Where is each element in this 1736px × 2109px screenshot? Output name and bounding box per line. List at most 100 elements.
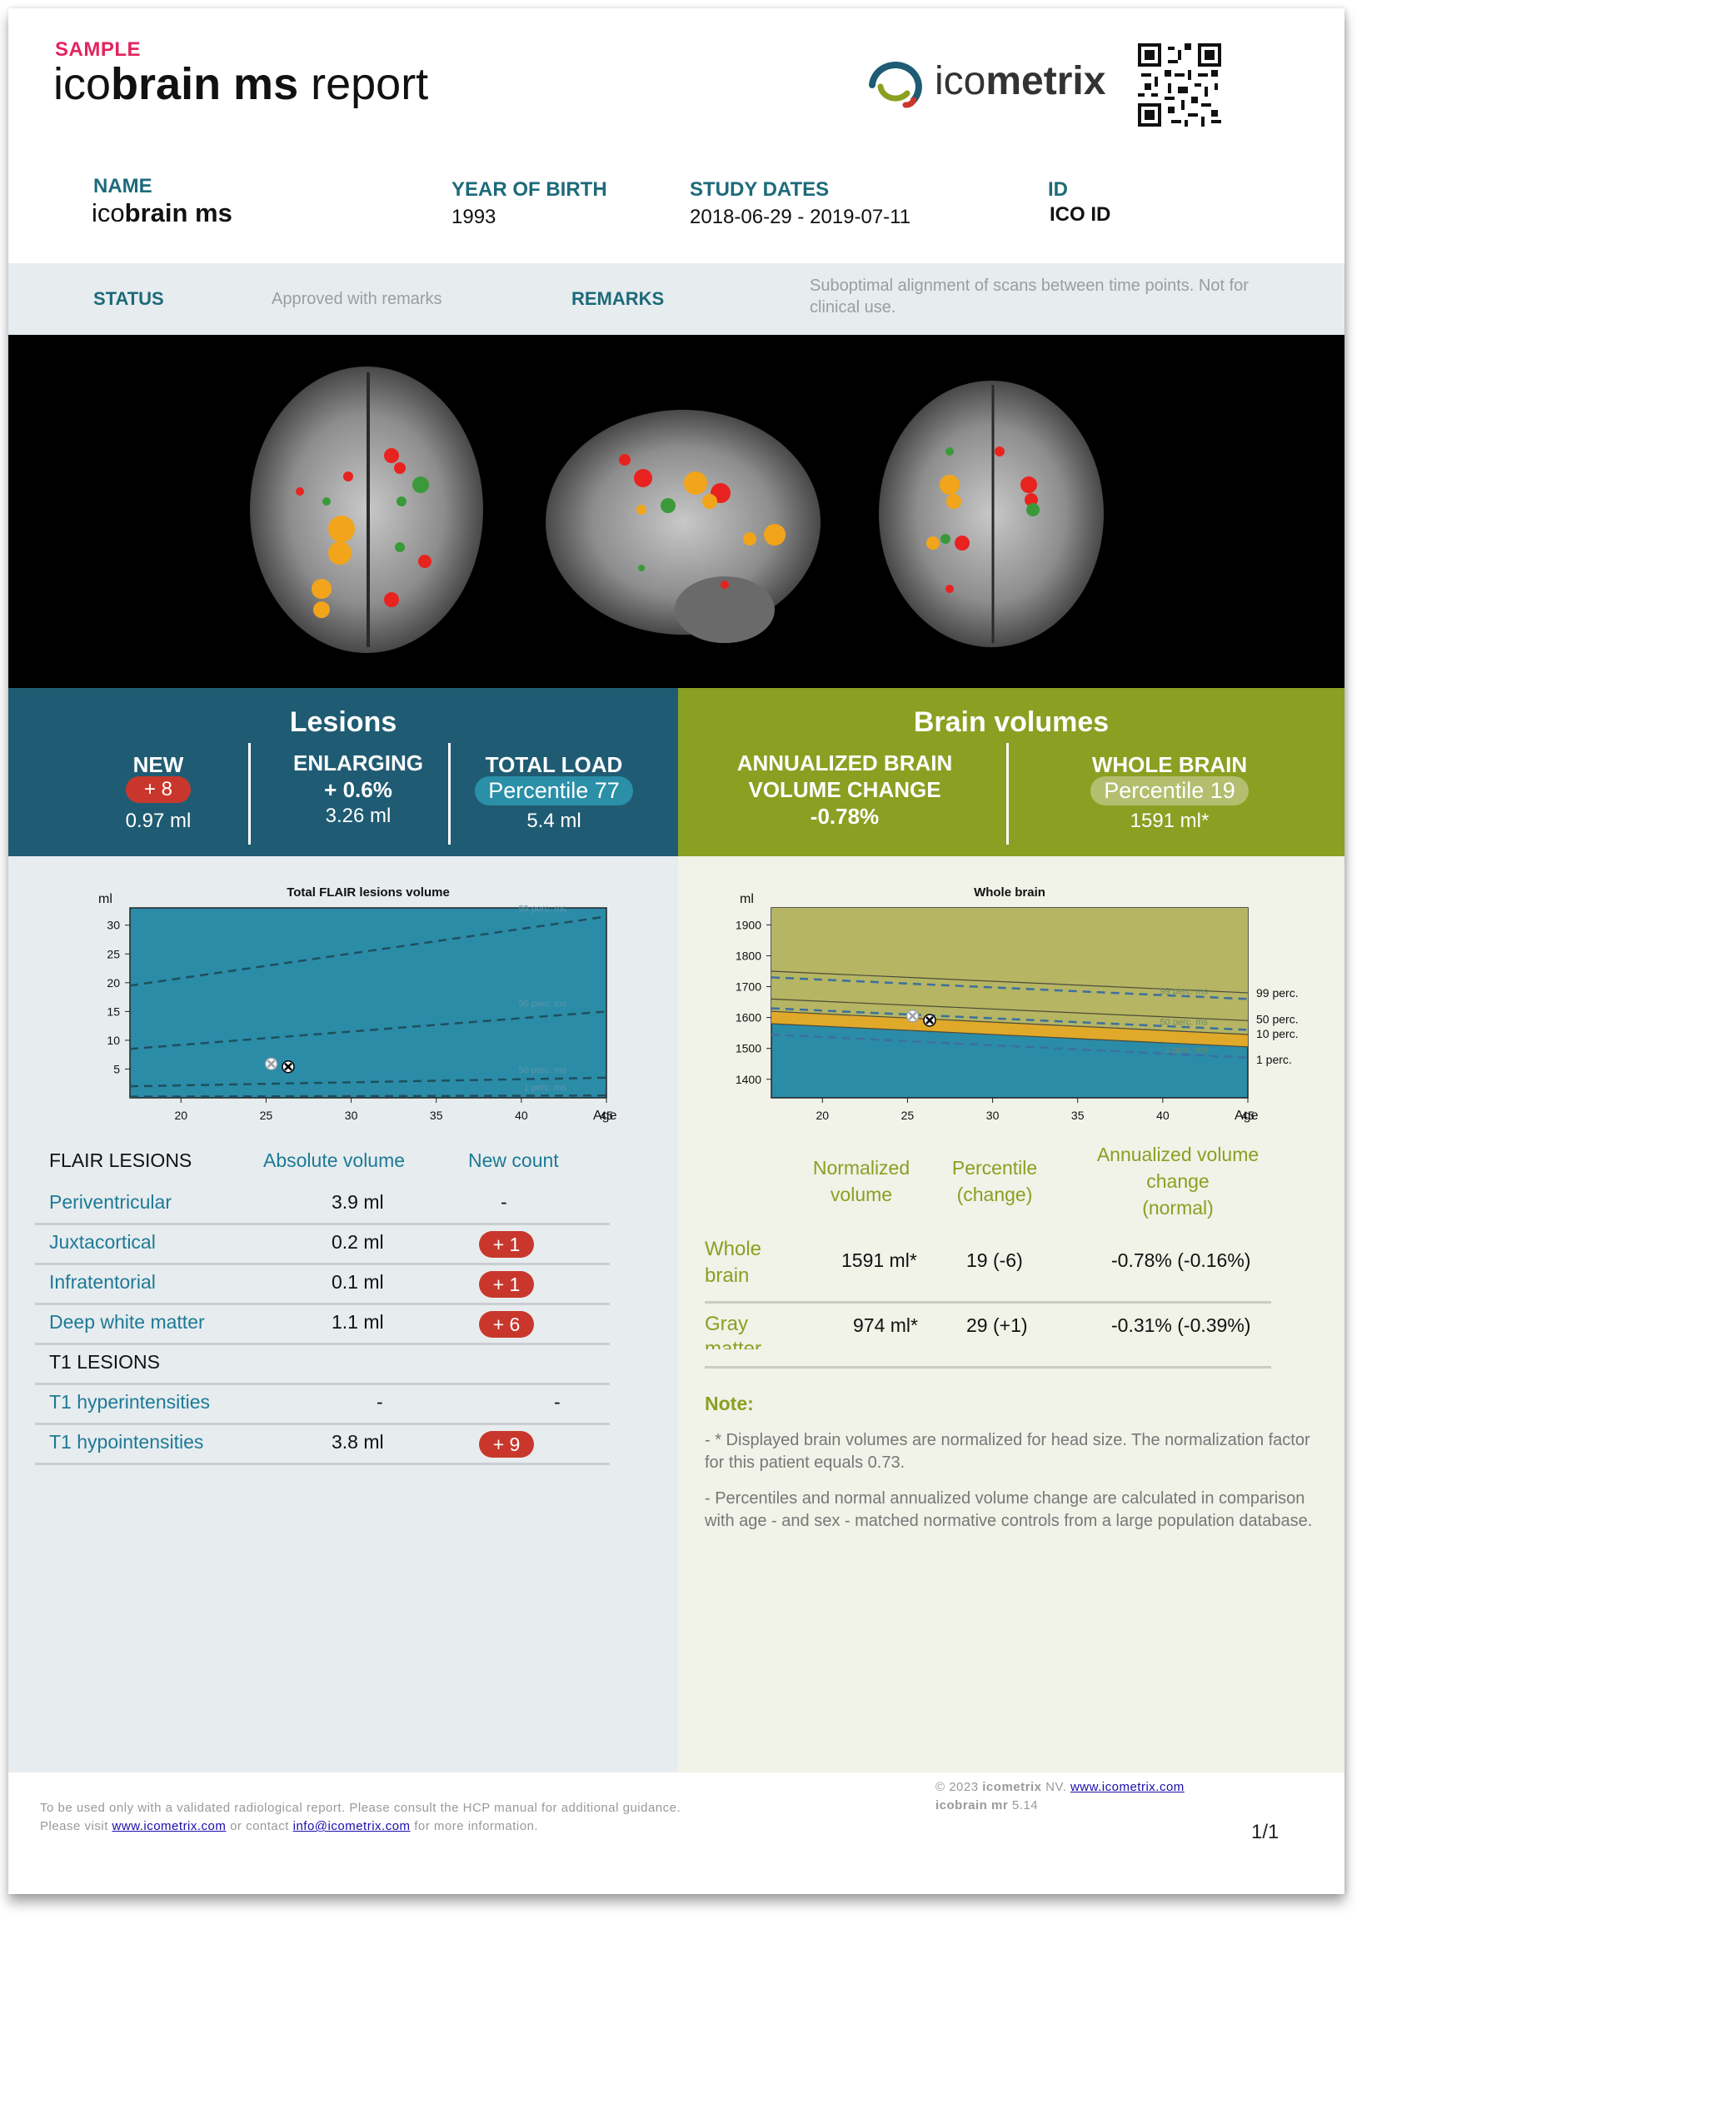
row-gray-matter-name-1: Gray — [705, 1313, 749, 1335]
t1-lesions-title: T1 LESIONS — [49, 1351, 160, 1373]
id-label: ID — [1048, 178, 1068, 201]
y-axis-label: ml — [98, 892, 112, 906]
row-count: - — [554, 1391, 561, 1413]
y-tick-label: 1400 — [736, 1073, 761, 1086]
new-count-badge: + 1 — [479, 1271, 534, 1298]
whole-brain-volume: 1591 ml* — [1130, 810, 1210, 832]
qr-code[interactable] — [1138, 43, 1221, 127]
table-row: Periventricular 3.9 ml - — [35, 1183, 610, 1225]
x-tick-label: 30 — [345, 1109, 358, 1122]
row-whole-brain-avc: -0.78% (-0.16%) — [1111, 1249, 1251, 1271]
y-tick-label: 15 — [107, 1005, 120, 1018]
divider — [1006, 743, 1009, 845]
x-tick-label: 30 — [986, 1109, 1000, 1122]
row-volume: 1.1 ml — [332, 1311, 384, 1333]
row-count: - — [501, 1191, 507, 1213]
row-volume: 0.1 ml — [332, 1271, 384, 1293]
series-label: 99 perc. ms — [1160, 986, 1209, 996]
y-tick-label: 5 — [113, 1062, 120, 1075]
flair-col-name: FLAIR LESIONS — [49, 1149, 192, 1171]
brain-volumes-panel: 99 perc. 50 perc. 10 perc. 1 perc. Whole bra… — [678, 856, 1344, 1772]
brain-volumes-summary: Brain volumes ANNUALIZED BRAIN VOLUME CH… — [678, 688, 1344, 856]
table-row: T1 hypointensities 3.8 ml + 9 — [35, 1423, 610, 1465]
x-tick-label: 40 — [515, 1109, 528, 1122]
copyright-line: © 2023 icometrix NV. www.icometrix.com — [935, 1780, 1185, 1794]
band-label: 50 perc. — [1256, 1012, 1299, 1025]
series-label: 50 perc. ms — [519, 1065, 567, 1075]
band-label: 1 perc. — [1256, 1053, 1292, 1066]
whole-brain-chart: 99 perc. 50 perc. 10 perc. 1 perc. Whole bra… — [736, 885, 1299, 1123]
col-percentile-2: (change) — [956, 1184, 1033, 1205]
website-link[interactable]: www.icometrix.com — [112, 1819, 227, 1833]
col-avc-1: Annualized volume — [1096, 1144, 1260, 1165]
yob-value: 1993 — [451, 206, 496, 228]
x-tick-label: 25 — [260, 1109, 273, 1122]
series-label: 99 perc. ms — [519, 904, 567, 914]
row-whole-brain-name-1: Whole — [705, 1238, 762, 1260]
abvc-label-2: VOLUME CHANGE — [748, 777, 941, 802]
y-tick-label: 1900 — [736, 918, 761, 931]
email-link[interactable]: info@icometrix.com — [293, 1819, 411, 1833]
brain-volumes-title: Brain volumes — [913, 706, 1110, 738]
lesions-title: Lesions — [289, 706, 397, 738]
brand-name: icometrix — [935, 59, 1106, 103]
row-volume: 3.8 ml — [332, 1431, 384, 1453]
mri-brain-views — [250, 366, 1104, 653]
y-tick-label: 1500 — [736, 1042, 761, 1055]
footer-line-1: To be used only with a validated radiolo… — [40, 1801, 681, 1815]
row-name: T1 hypointensities — [49, 1431, 204, 1453]
x-tick-label: 20 — [174, 1109, 187, 1122]
abvc-value: -0.78% — [810, 804, 880, 829]
series-label: 50 perc. ms — [1160, 1017, 1209, 1027]
y-axis-label: ml — [740, 892, 754, 906]
new-count-badge: + 6 — [479, 1311, 534, 1338]
x-tick-label: 40 — [1156, 1109, 1170, 1122]
lesions-summary: Lesions NEW + 8 0.97 ml ENLARGING + 0.6%… — [8, 688, 678, 856]
copyright-link[interactable]: www.icometrix.com — [1070, 1780, 1185, 1794]
id-value: ICO ID — [1050, 203, 1111, 226]
band-label: 10 perc. — [1256, 1027, 1299, 1040]
y-tick-label: 25 — [107, 947, 120, 960]
x-tick-label: 20 — [816, 1109, 829, 1122]
col-normalized-2: volume — [830, 1184, 893, 1205]
x-tick-label: 45 — [600, 1109, 613, 1122]
row-volume: 0.2 ml — [332, 1231, 384, 1253]
series-label: 90 perc. ms — [519, 999, 567, 1009]
chart-title: Total FLAIR lesions volume — [287, 885, 450, 900]
patient-name: icobrain ms — [92, 198, 232, 227]
t1-section-row: T1 LESIONS — [35, 1343, 610, 1385]
chart-title: Whole brain — [974, 885, 1045, 900]
note-line-1: - * Displayed brain volumes are normaliz… — [705, 1431, 1310, 1472]
remarks-value: Suboptimal alignment of scans between ti… — [810, 277, 1249, 317]
note-line-2: - Percentiles and normal annualized volu… — [705, 1489, 1313, 1530]
lesions-panel: Total FLAIR lesions volume ml Age 5 10 15 20 25… — [8, 856, 678, 1772]
report-title: icobrain ms report — [53, 59, 429, 109]
band-label: 99 perc. — [1256, 986, 1299, 1000]
new-label: NEW — [132, 752, 184, 777]
table-row: Infratentorial 0.1 ml + 1 — [35, 1263, 610, 1305]
version-line: icobrain mr 5.14 — [935, 1798, 1039, 1812]
row-divider — [705, 1366, 1271, 1369]
flair-col-count: New count — [468, 1149, 559, 1171]
row-gray-matter: Gray matter 974 ml* 29 (+1) -0.31% (-0.3… — [678, 1304, 1344, 1349]
row-whole-brain-perc: 19 (-6) — [966, 1249, 1023, 1271]
row-gray-matter-name-2: matter — [705, 1338, 762, 1349]
row-gray-matter-avc: -0.31% (-0.39%) — [1111, 1314, 1251, 1336]
status-label: STATUS — [93, 288, 164, 309]
y-tick-label: 20 — [107, 976, 120, 990]
remarks-label: REMARKS — [571, 288, 665, 309]
row-volume: 3.9 ml — [332, 1191, 384, 1213]
table-row: T1 hyperintensities - - — [35, 1383, 610, 1425]
y-tick-label: 1700 — [736, 980, 761, 994]
footer-line-2: Please visit www.icometrix.com or contac… — [40, 1819, 539, 1833]
whole-brain-label: WHOLE BRAIN — [1091, 752, 1248, 777]
col-avc-3: (normal) — [1142, 1197, 1214, 1219]
y-tick-label: 10 — [107, 1034, 120, 1047]
y-tick-label: 30 — [107, 919, 120, 932]
total-load-volume: 5.4 ml — [526, 810, 581, 832]
x-tick-label: 35 — [1071, 1109, 1085, 1122]
row-gray-matter-norm: 974 ml* — [853, 1314, 918, 1336]
page-number: 1/1 — [1251, 1821, 1280, 1843]
row-volume: - — [377, 1391, 383, 1413]
series-label: 1 perc. ms — [524, 1083, 567, 1093]
